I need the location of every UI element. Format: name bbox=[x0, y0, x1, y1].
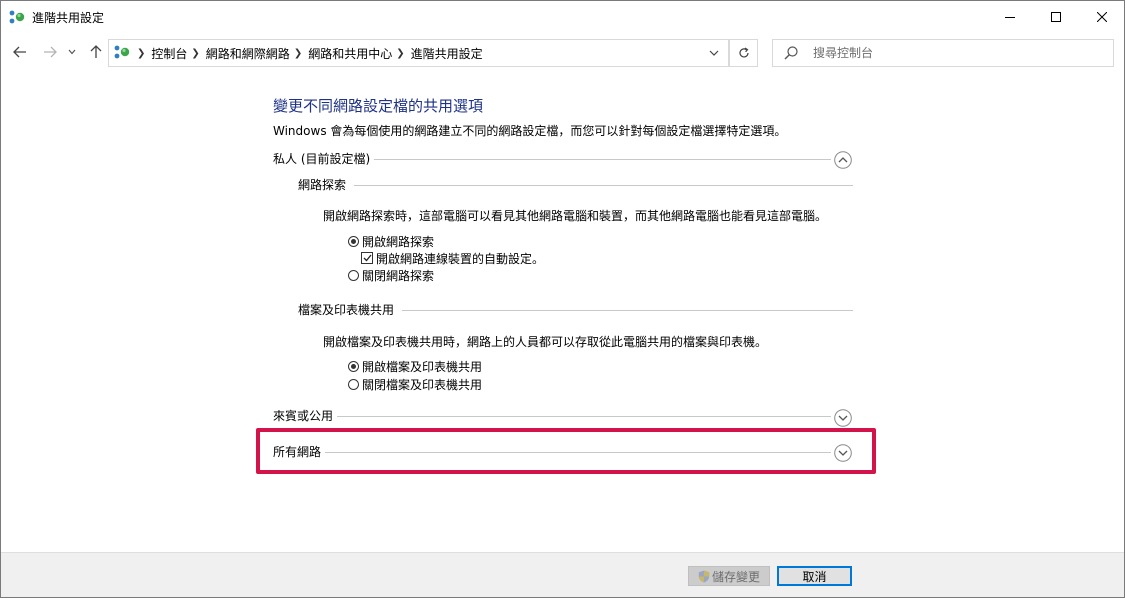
option-label: 開啟網路連線裝置的自動設定。 bbox=[376, 251, 545, 266]
breadcrumb-network-sharing-center[interactable]: 網路和共用中心 bbox=[308, 45, 392, 62]
search-placeholder: 搜尋控制台 bbox=[813, 46, 874, 60]
chevron-up-icon[interactable] bbox=[834, 151, 852, 169]
checkbox-auto-setup-devices[interactable]: 開啟網路連線裝置的自動設定。 bbox=[361, 250, 544, 266]
option-label: 開啟檔案及印表機共用 bbox=[362, 359, 483, 374]
recent-locations-button[interactable] bbox=[64, 41, 80, 63]
radio-turn-on-network-discovery[interactable]: 開啟網路探索 bbox=[348, 233, 434, 249]
chevron-down-icon bbox=[68, 49, 76, 55]
cancel-label: 取消 bbox=[802, 569, 827, 584]
uac-shield-icon bbox=[698, 570, 710, 582]
forward-button[interactable] bbox=[39, 41, 61, 63]
close-button[interactable] bbox=[1079, 1, 1124, 32]
radio-turn-on-file-printer-sharing[interactable]: 開啟檔案及印表機共用 bbox=[348, 358, 482, 374]
section-header-network-discovery: 網路探索 bbox=[298, 177, 853, 193]
section-label-network-discovery: 網路探索 bbox=[298, 178, 347, 192]
minimize-icon bbox=[1005, 16, 1015, 18]
divider bbox=[354, 185, 853, 186]
radio-turn-off-network-discovery[interactable]: 關閉網路探索 bbox=[348, 267, 434, 283]
section-header-file-printer-sharing: 檔案及印表機共用 bbox=[298, 302, 853, 318]
page-title: 變更不同網路設定檔的共用選項 bbox=[273, 97, 484, 115]
arrow-right-icon bbox=[44, 46, 57, 58]
network-discovery-description: 開啟網路探索時，這部電腦可以看見其他網路電腦和裝置，而其他網路電腦也能看見這部電… bbox=[323, 209, 828, 223]
navigation-bar: ❯ 控制台 ❯ 網路和網際網路 ❯ 網路和共用中心 ❯ 進階共用設定 搜尋控制台 bbox=[1, 32, 1124, 72]
search-input[interactable]: 搜尋控制台 bbox=[772, 39, 1114, 67]
chevron-down-icon bbox=[709, 50, 719, 56]
section-label-file-printer-sharing: 檔案及印表機共用 bbox=[298, 303, 395, 317]
advanced-sharing-settings-window: 進階共用設定 ❯ 控制台 ❯ 網路和網際網路 ❯ 網路和共用中心 ❯ 進階共用設… bbox=[0, 0, 1125, 598]
breadcrumb-advanced-sharing[interactable]: 進階共用設定 bbox=[411, 45, 483, 62]
address-bar[interactable]: ❯ 控制台 ❯ 網路和網際網路 ❯ 網路和共用中心 ❯ 進階共用設定 bbox=[108, 39, 729, 67]
address-history-dropdown[interactable] bbox=[702, 40, 726, 66]
radio-selected-icon bbox=[348, 360, 359, 372]
breadcrumb-separator-icon: ❯ bbox=[137, 47, 146, 59]
breadcrumb-control-panel[interactable]: 控制台 bbox=[151, 45, 187, 62]
chevron-down-icon[interactable] bbox=[834, 409, 852, 427]
back-button[interactable] bbox=[9, 41, 31, 63]
save-changes-button[interactable]: 儲存變更 bbox=[688, 566, 770, 586]
arrow-left-icon bbox=[13, 46, 26, 58]
profile-header-guest-public[interactable]: 來賓或公用 bbox=[273, 406, 855, 427]
radio-selected-icon bbox=[348, 235, 359, 247]
breadcrumb-separator-icon[interactable]: ❯ bbox=[191, 48, 199, 59]
breadcrumb-separator-icon[interactable]: ❯ bbox=[396, 48, 404, 59]
profile-label-guest-public: 來賓或公用 bbox=[273, 406, 338, 426]
profile-header-private[interactable]: 私人 (目前設定檔) bbox=[273, 149, 855, 169]
profile-label-private: 私人 (目前設定檔) bbox=[273, 149, 375, 169]
breadcrumb: ❯ 控制台 ❯ 網路和網際網路 ❯ 網路和共用中心 ❯ 進階共用設定 bbox=[133, 40, 483, 66]
option-label: 關閉檔案及印表機共用 bbox=[362, 377, 483, 392]
maximize-icon bbox=[1051, 11, 1061, 22]
breadcrumb-network-internet[interactable]: 網路和網際網路 bbox=[206, 45, 290, 62]
radio-turn-off-file-printer-sharing[interactable]: 關閉檔案及印表機共用 bbox=[348, 376, 482, 392]
window-title: 進階共用設定 bbox=[32, 11, 105, 25]
footer-bar: 儲存變更 取消 bbox=[1, 552, 1124, 597]
radio-unselected-icon bbox=[348, 269, 359, 281]
divider bbox=[335, 416, 831, 417]
highlight-box bbox=[256, 428, 876, 474]
search-icon bbox=[784, 46, 798, 60]
close-icon bbox=[1097, 11, 1107, 22]
divider bbox=[371, 159, 831, 160]
cancel-button[interactable]: 取消 bbox=[777, 566, 852, 586]
page-description: Windows 會為每個使用的網路建立不同的網路設定檔，而您可以針對每個設定檔選… bbox=[273, 124, 787, 138]
divider bbox=[402, 310, 853, 311]
title-bar: 進階共用設定 bbox=[1, 1, 1124, 32]
network-center-icon bbox=[9, 10, 25, 24]
up-button[interactable] bbox=[85, 41, 107, 63]
radio-unselected-icon bbox=[348, 378, 359, 390]
maximize-button[interactable] bbox=[1033, 1, 1079, 32]
network-center-icon bbox=[114, 45, 130, 59]
option-label: 開啟網路探索 bbox=[362, 234, 435, 249]
refresh-icon bbox=[738, 47, 749, 58]
refresh-button[interactable] bbox=[729, 39, 758, 67]
file-printer-sharing-description: 開啟檔案及印表機共用時，網路上的人員都可以存取從此電腦共用的檔案與印表機。 bbox=[323, 335, 768, 349]
breadcrumb-separator-icon[interactable]: ❯ bbox=[294, 48, 302, 59]
arrow-up-icon bbox=[90, 45, 102, 58]
option-label: 關閉網路探索 bbox=[362, 268, 435, 283]
save-changes-label: 儲存變更 bbox=[711, 569, 760, 584]
minimize-button[interactable] bbox=[987, 1, 1033, 32]
checkbox-checked-icon bbox=[361, 252, 373, 264]
